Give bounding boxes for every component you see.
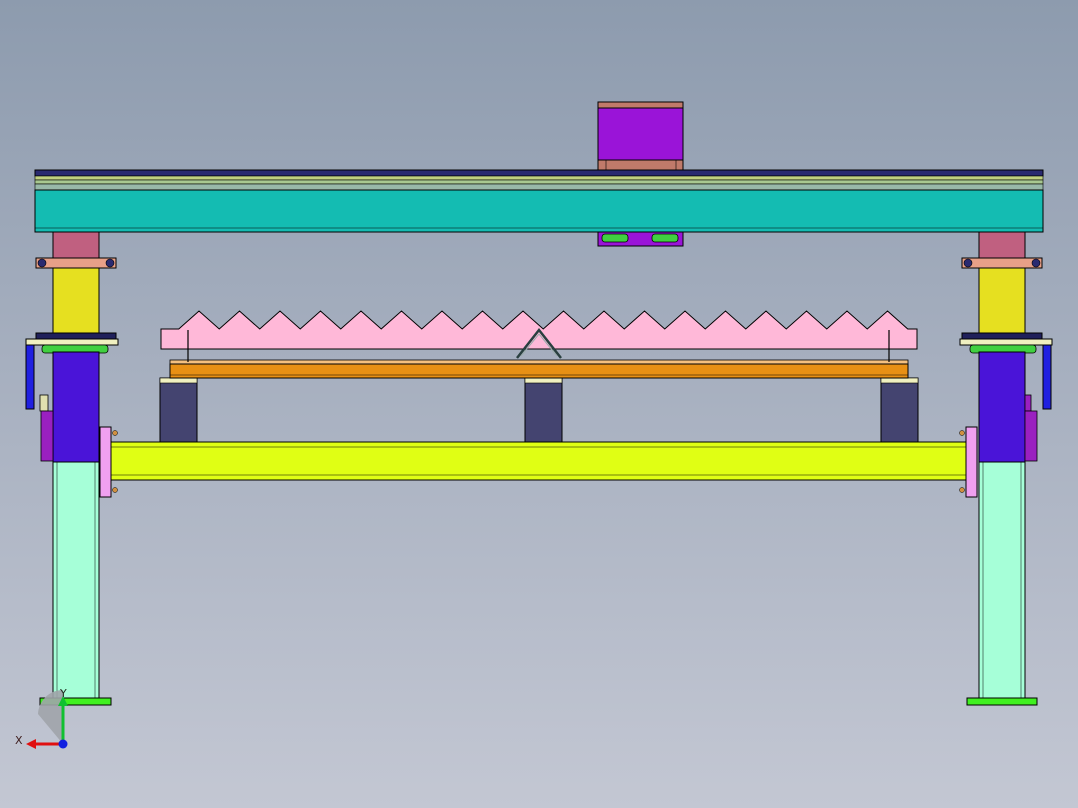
top-beam-body [34, 189, 1044, 233]
right-flange-upper [961, 257, 1043, 269]
triad-x-label: X [15, 734, 23, 747]
triad-z-axis [58, 739, 68, 749]
motor-assembly [597, 101, 684, 171]
top-beam [34, 169, 1044, 233]
left-side-bar [25, 344, 35, 410]
cad-viewport[interactable]: Y X [0, 0, 1078, 808]
right-column-lower [978, 461, 1026, 699]
risers [159, 377, 919, 443]
orange-plate [169, 359, 909, 379]
right-foot-plate [966, 697, 1038, 706]
right-end-plate [965, 426, 978, 498]
coordinate-triad: Y X [15, 687, 68, 749]
left-column-lower [52, 461, 100, 699]
left-end-plate [99, 426, 112, 498]
right-side-bar [1042, 344, 1052, 410]
left-column-head [52, 351, 100, 463]
assembly-drawing: Y X [15, 101, 1053, 749]
triad-y-label: Y [59, 687, 67, 700]
motor-block [597, 107, 684, 163]
right-column-head [978, 351, 1026, 463]
carriage-mount [597, 231, 684, 247]
cross-beam-body [110, 441, 967, 481]
left-flange-upper [35, 257, 117, 269]
